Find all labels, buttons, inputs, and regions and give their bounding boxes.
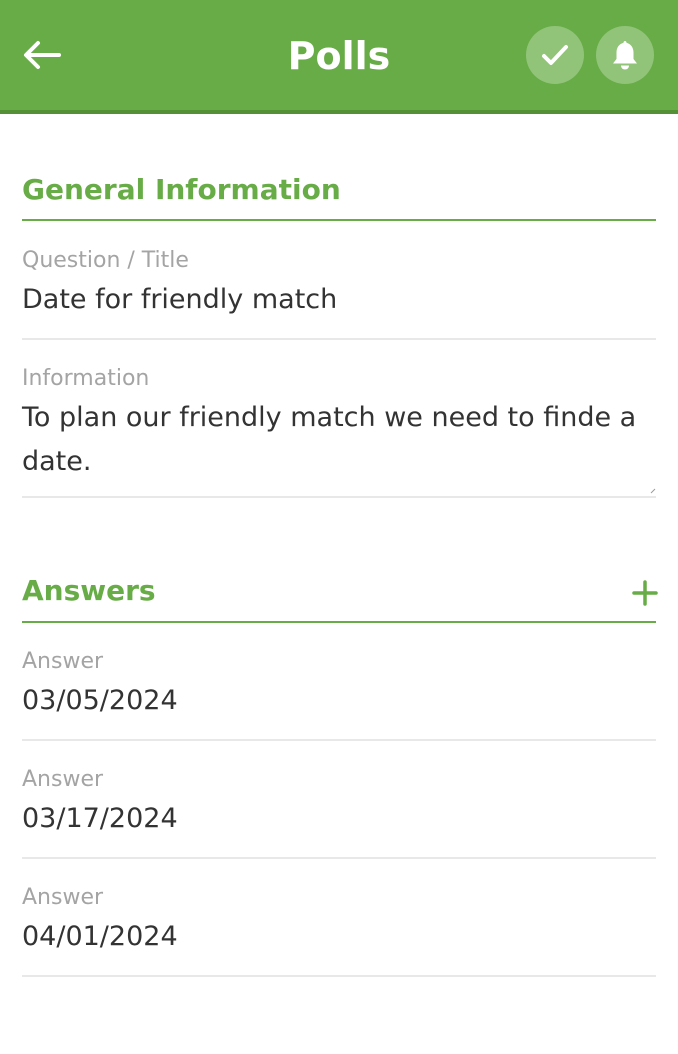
information-textarea[interactable]: To plan our friendly match we need to fi… bbox=[22, 396, 642, 484]
answer-field-2[interactable]: Answer 03/17/2024 bbox=[22, 765, 656, 859]
general-information-heading: General Information bbox=[22, 173, 341, 206]
poll-editor-screen: Polls General Information Question / Tit… bbox=[0, 0, 678, 1054]
answer-input[interactable]: 03/05/2024 bbox=[22, 679, 656, 723]
notify-button[interactable] bbox=[596, 26, 654, 84]
question-field[interactable]: Question / Title Date for friendly match bbox=[22, 246, 656, 340]
answer-label: Answer bbox=[22, 649, 104, 674]
answer-label: Answer bbox=[22, 767, 104, 792]
back-button[interactable] bbox=[18, 34, 64, 76]
answers-divider bbox=[22, 621, 656, 623]
information-label: Information bbox=[22, 366, 150, 391]
save-button[interactable] bbox=[526, 26, 584, 84]
general-information-divider bbox=[22, 219, 656, 221]
answer-label: Answer bbox=[22, 885, 104, 910]
plus-icon bbox=[632, 580, 658, 606]
answer-field-3[interactable]: Answer 04/01/2024 bbox=[22, 883, 656, 977]
answer-input[interactable]: 03/17/2024 bbox=[22, 797, 656, 841]
bell-icon bbox=[613, 41, 637, 70]
answers-heading: Answers bbox=[22, 574, 156, 607]
app-header: Polls bbox=[0, 0, 678, 114]
checkmark-icon bbox=[542, 45, 568, 65]
answer-field-1[interactable]: Answer 03/05/2024 bbox=[22, 647, 656, 741]
question-label: Question / Title bbox=[22, 248, 189, 273]
arrow-left-icon bbox=[24, 41, 61, 69]
add-answer-button[interactable] bbox=[626, 574, 664, 612]
resize-grip-icon[interactable] bbox=[650, 488, 656, 494]
information-field[interactable]: Information To plan our friendly match w… bbox=[22, 364, 656, 498]
answer-input[interactable]: 04/01/2024 bbox=[22, 915, 656, 959]
question-input[interactable]: Date for friendly match bbox=[22, 278, 656, 322]
